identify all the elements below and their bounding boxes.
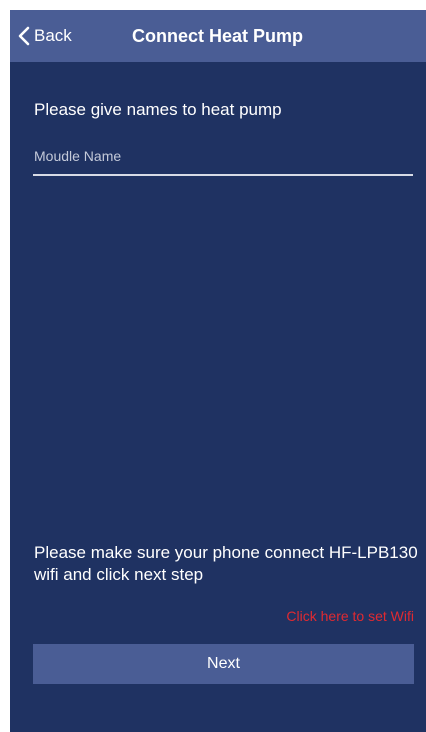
module-name-input[interactable] <box>33 142 413 176</box>
chevron-left-icon <box>18 26 30 46</box>
back-button[interactable]: Back <box>18 10 72 62</box>
back-label: Back <box>34 26 72 45</box>
connection-instructions: Please make sure your phone connect HF-L… <box>34 543 418 584</box>
app-screen: Back Connect Heat Pump Please give names… <box>10 10 426 732</box>
next-button[interactable]: Next <box>33 644 414 684</box>
page-title: Connect Heat Pump <box>132 26 304 46</box>
navigation-bar: Back Connect Heat Pump <box>10 10 426 62</box>
set-wifi-link[interactable]: Click here to set Wifi <box>286 608 414 624</box>
name-prompt: Please give names to heat pump <box>34 100 282 119</box>
